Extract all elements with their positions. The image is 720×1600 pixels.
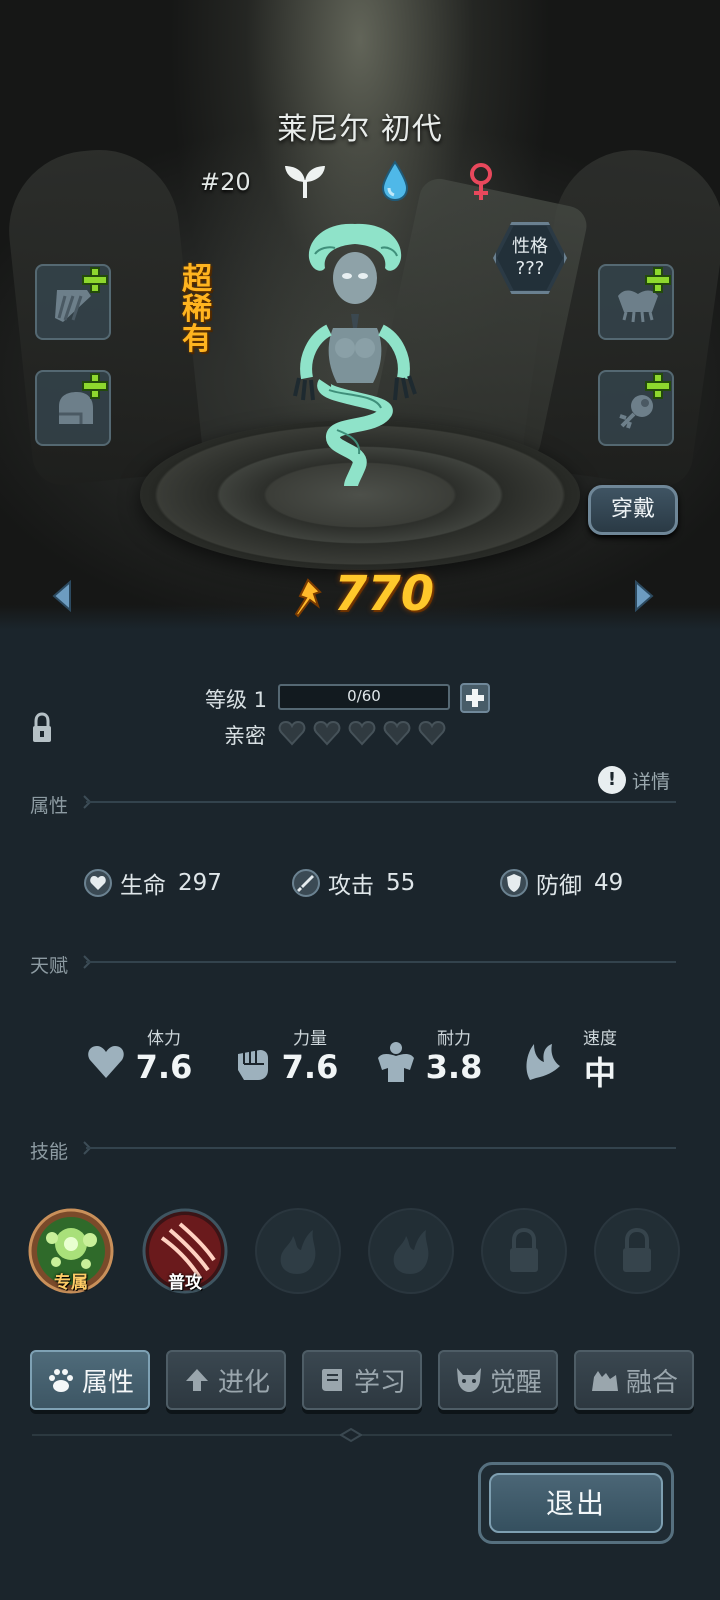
attr-defense: 防御 49 [500,866,623,900]
tab-fusion-label: 融合 [625,1367,678,1398]
wing-icon [526,1044,560,1080]
talent-strength-value: 7.6 [281,1048,339,1086]
shield-icon [500,869,528,897]
section-divider [86,961,676,963]
torso-icon [378,1042,414,1082]
skill-list: 专属 普攻 [28,1208,688,1298]
intimacy-hearts [278,720,446,746]
previous-hero-arrow-icon[interactable] [50,580,74,612]
combat-power-value: 770 [334,566,435,622]
rarity-label: 超稀有 [182,262,212,357]
section-divider [86,1147,676,1149]
level-up-button[interactable] [460,683,490,713]
heart-icon [348,720,376,746]
water-drop-icon [381,160,409,202]
talents-section-title: 天赋 [30,955,69,977]
tab-learn-label: 学习 [353,1367,406,1398]
skill-slot-locked[interactable] [594,1208,680,1294]
intimacy-label: 亲密 [224,724,266,748]
personality-label: 性格 [512,236,548,257]
lock-icon [623,1227,651,1272]
lock-icon [510,1227,538,1272]
tab-fusion[interactable]: 融合 [574,1350,694,1410]
attr-attack-label: 攻击 [328,873,374,899]
add-equipment-icon [646,268,670,292]
attr-hp-value: 297 [178,870,222,896]
lock-icon[interactable] [30,712,54,744]
heart-shield-icon [84,869,112,897]
skill-basic-attack-label: 普攻 [168,1273,202,1293]
female-icon [470,163,492,200]
details-button[interactable]: ! 详情 [598,766,670,794]
combat-power-icon [294,578,322,618]
talent-stamina-value: 7.6 [135,1048,193,1086]
sprout-icon [285,166,325,198]
equip-slot-chestpiece[interactable] [598,264,674,340]
demon-mask-icon [456,1368,481,1392]
arrow-up-icon [185,1369,208,1391]
personality-text: 性格 ??? [493,236,567,280]
attributes-section-title: 属性 [30,795,69,817]
heart-icon [278,720,306,746]
skill-exclusive-label: 专属 [54,1273,88,1293]
heart-icon [418,720,446,746]
tab-evolve[interactable]: 进化 [166,1350,286,1410]
attr-hp-label: 生命 [120,873,166,899]
attr-attack-value: 55 [386,870,416,896]
tab-evolve-label: 进化 [217,1367,270,1398]
level-label: 等级 1 [205,688,268,712]
talent-stamina-label: 体力 [147,1029,181,1049]
tab-awaken[interactable]: 觉醒 [438,1350,558,1410]
add-equipment-icon [646,374,670,398]
tab-learn[interactable]: 学习 [302,1350,422,1410]
book-icon [321,1369,342,1391]
tab-awaken-label: 觉醒 [489,1367,542,1398]
skill-exclusive[interactable]: 专属 [28,1208,114,1294]
heart-icon [383,720,411,746]
exit-button[interactable]: 退出 [478,1462,674,1544]
hero-name: 莱尼尔 初代 [277,112,443,147]
talent-speed-label: 速度 [583,1029,617,1049]
equip-slot-claw[interactable] [35,264,111,340]
next-hero-arrow-icon[interactable] [632,580,656,612]
bottom-tab-bar: 属性 进化 学习 觉醒 融合 [30,1350,696,1412]
tab-attributes-label: 属性 [81,1367,134,1398]
hero-number: #20 [200,168,251,196]
skill-slot-locked[interactable] [481,1208,567,1294]
equip-slot-helmet[interactable] [35,370,111,446]
exit-button-label: 退出 [489,1473,663,1533]
talent-speed-value: 中 [583,1054,616,1092]
details-label: 详情 [632,770,671,793]
attr-defense-value: 49 [594,870,624,896]
attr-defense-label: 防御 [536,873,582,899]
exp-text: 0/60 [347,687,381,705]
skill-slot-empty[interactable] [255,1208,341,1294]
add-equipment-icon [83,268,107,292]
divider-ornament-icon [340,1428,362,1442]
flame-placeholder-icon [280,1230,316,1274]
personality-value: ??? [515,258,545,279]
hero-character-sprite[interactable] [285,218,425,493]
flame-placeholder-icon [393,1230,429,1274]
skill-basic-attack[interactable]: 普攻 [142,1208,228,1294]
fusion-beasts-icon [591,1371,618,1391]
sword-icon [292,869,320,897]
talent-endurance-label: 耐力 [437,1029,471,1049]
add-equipment-icon [83,374,107,398]
wear-button[interactable]: 穿戴 [588,485,678,535]
talent-endurance-value: 3.8 [425,1048,483,1086]
attr-attack: 攻击 55 [292,866,415,900]
section-divider [86,801,676,803]
equip-slot-accessory[interactable] [598,370,674,446]
heart-icon [313,720,341,746]
paw-icon [48,1369,73,1392]
heart-icon [88,1046,124,1078]
attr-hp: 生命 297 [84,866,222,900]
info-icon: ! [598,766,626,794]
fist-icon [238,1050,268,1080]
skills-section-title: 技能 [30,1141,69,1163]
skill-slot-empty[interactable] [368,1208,454,1294]
talent-strength-label: 力量 [293,1029,327,1049]
tab-attributes[interactable]: 属性 [30,1350,150,1410]
